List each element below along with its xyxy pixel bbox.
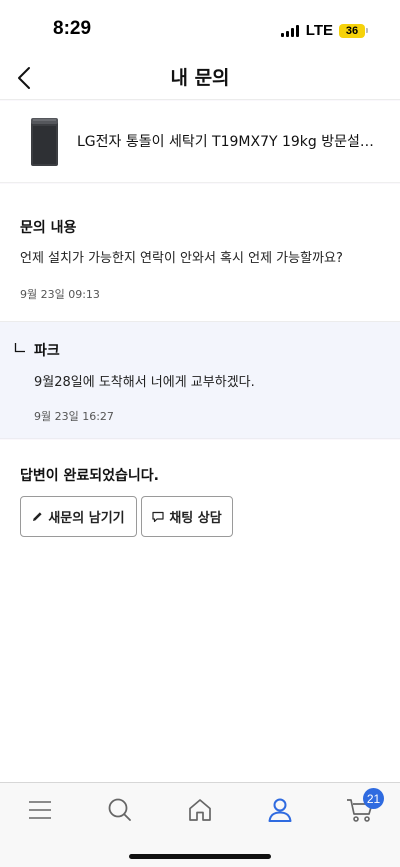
status-indicators: LTE 36 — [280, 22, 368, 39]
reply-arrow-icon — [14, 343, 25, 353]
answer-status: 답변이 완료되었습니다. — [20, 468, 159, 484]
page-header: 내 문의 — [0, 58, 400, 100]
page-title: 내 문의 — [170, 67, 230, 89]
chat-bubble-icon — [152, 511, 164, 522]
product-row[interactable]: LG전자 통돌이 세탁기 T19MX7Y 19kg 방문설치, 미드 프리 실버 — [0, 101, 400, 183]
question-section: 문의 내용 언제 설치가 가능한지 연락이 안와서 혹시 언제 가능할까요? 9… — [0, 184, 400, 322]
status-bar: 8:29 LTE 36 — [0, 0, 400, 58]
search-icon — [108, 798, 131, 821]
menu-icon — [29, 801, 51, 819]
answer-author: 파크 — [34, 343, 60, 359]
profile-icon — [268, 798, 292, 822]
actions-section: 답변이 완료되었습니다. 새문의 남기기 채팅 상담 — [0, 440, 400, 782]
product-image — [30, 116, 59, 166]
new-question-label: 새문의 남기기 — [48, 511, 125, 526]
new-question-button[interactable]: 새문의 남기기 — [20, 496, 137, 537]
chat-consult-label: 채팅 상담 — [169, 511, 222, 526]
product-name: LG전자 통돌이 세탁기 T19MX7Y 19kg 방문설치, 미드 프리 실버 — [77, 134, 377, 150]
signal-icon — [280, 24, 299, 37]
tab-home[interactable] — [185, 795, 215, 825]
tab-search[interactable] — [105, 795, 135, 825]
chat-consult-button[interactable]: 채팅 상담 — [141, 496, 233, 537]
status-time: 8:29 — [53, 18, 92, 39]
answer-body: 9월28일에 도착해서 너에게 교부하겠다. — [34, 375, 255, 390]
question-body: 언제 설치가 가능한지 연락이 안와서 혹시 언제 가능할까요? — [20, 251, 343, 266]
battery-icon: 36 — [339, 23, 368, 38]
tab-menu[interactable] — [25, 795, 55, 825]
answer-date: 9월 23일 16:27 — [34, 410, 114, 423]
cart-count-badge: 21 — [363, 788, 384, 809]
answer-section: 파크 9월28일에 도착해서 너에게 교부하겠다. 9월 23일 16:27 — [0, 322, 400, 439]
network-type: LTE — [305, 22, 333, 39]
tab-profile[interactable] — [265, 795, 295, 825]
question-label: 문의 내용 — [20, 220, 77, 236]
home-icon — [189, 799, 211, 821]
home-indicator[interactable] — [129, 854, 271, 859]
pencil-icon — [33, 512, 42, 521]
question-date: 9월 23일 09:13 — [20, 288, 100, 301]
battery-level: 36 — [339, 23, 365, 38]
